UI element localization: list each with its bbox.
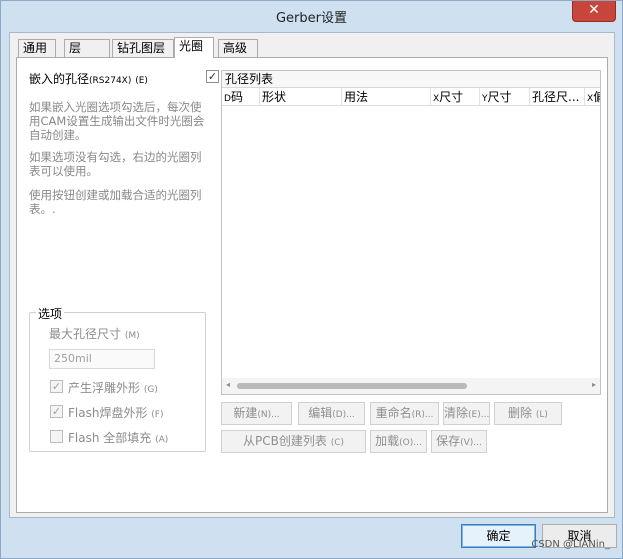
relief-checkbox[interactable]: ✓ bbox=[50, 380, 63, 393]
create-from-pcb-label: 从PCB创建列表 bbox=[243, 434, 327, 448]
embed-label-shortcut: (E) bbox=[135, 76, 148, 86]
new-button-label: 新建 bbox=[233, 406, 258, 420]
close-icon[interactable]: ✕ bbox=[572, 1, 616, 22]
flash-pad-label: Flash焊盘外形 (F) bbox=[68, 404, 163, 421]
flash-fill-text: Flash 全部填充 bbox=[68, 431, 152, 445]
erase-button-shortcut: (E)... bbox=[468, 410, 490, 420]
new-button-shortcut: (N)... bbox=[257, 410, 280, 420]
create-from-pcb-button[interactable]: 从PCB创建列表 (C) bbox=[221, 430, 366, 453]
tab-advanced[interactable]: 高级 bbox=[218, 39, 258, 57]
load-button-label: 加载 bbox=[375, 434, 400, 448]
embed-apertures-label[interactable]: 嵌入的孔径(RS274X) (E) bbox=[29, 70, 148, 87]
flash-pad-checkbox[interactable]: ✓ bbox=[50, 405, 63, 418]
column-usage[interactable]: 用法 bbox=[342, 88, 431, 106]
flash-pad-text: Flash焊盘外形 bbox=[68, 406, 148, 420]
relief-text: 产生浮雕外形 bbox=[68, 381, 141, 395]
save-button-label: 保存 bbox=[436, 434, 461, 448]
erase-button[interactable]: 清除(E)... bbox=[443, 402, 490, 425]
rename-button-shortcut: (R)... bbox=[411, 410, 434, 420]
gerber-settings-window: Gerber设置 ✕ 通用 层 钻孔图层 光圈 高级 嵌入的孔径(RS274X)… bbox=[0, 0, 623, 559]
flash-fill-label: Flash 全部填充 (A) bbox=[68, 429, 168, 446]
embed-label-rs274x: (RS274X) bbox=[89, 76, 132, 86]
window-title: Gerber设置 bbox=[275, 11, 347, 26]
column-y-size-label: 尺寸 bbox=[487, 90, 512, 104]
delete-button-shortcut: (L) bbox=[535, 410, 548, 420]
flash-fill-checkbox[interactable] bbox=[50, 430, 63, 443]
edit-button-label: 编辑 bbox=[308, 406, 333, 420]
rename-button[interactable]: 重命名(R)... bbox=[370, 402, 439, 425]
column-d-code-label: 码 bbox=[230, 90, 243, 104]
column-shape-label: 形状 bbox=[262, 90, 287, 104]
embed-apertures-checkbox[interactable]: ✓ bbox=[206, 70, 219, 83]
tab-apertures[interactable]: 光圈 bbox=[174, 37, 214, 58]
tab-layers[interactable]: 层 bbox=[64, 39, 110, 57]
column-shape[interactable]: 形状 bbox=[260, 88, 342, 106]
column-x-size[interactable]: X尺寸 bbox=[431, 88, 480, 106]
description-2: 如果选项没有勾选，右边的光圈列表可以使用。 bbox=[29, 150, 202, 178]
erase-button-label: 清除 bbox=[444, 406, 469, 420]
column-x-offset[interactable]: X偏 bbox=[585, 88, 600, 106]
description-1: 如果嵌入光圈选项勾选后，每次使用CAM设置生成输出文件时光圈会自动创建。 bbox=[29, 100, 205, 142]
create-from-pcb-shortcut: (C) bbox=[330, 438, 344, 448]
title-bar[interactable]: Gerber设置 ✕ bbox=[1, 1, 622, 31]
flash-pad-shortcut: (F) bbox=[151, 410, 164, 420]
column-d-code-prefix: D bbox=[224, 94, 231, 104]
rename-button-label: 重命名 bbox=[375, 406, 412, 420]
new-button[interactable]: 新建(N)... bbox=[221, 402, 292, 425]
column-d-code[interactable]: D码 bbox=[222, 88, 260, 106]
aperture-list-title: 孔径列表 bbox=[222, 71, 600, 88]
scroll-left-icon[interactable]: ◂ bbox=[226, 380, 230, 389]
apertures-page: 嵌入的孔径(RS274X) (E) ✓ 如果嵌入光圈选项勾选后，每次使用CAM设… bbox=[16, 57, 608, 513]
scroll-right-icon[interactable]: ▸ bbox=[592, 380, 596, 389]
max-aperture-shortcut: (M) bbox=[124, 331, 140, 341]
column-x-size-label: 尺寸 bbox=[439, 90, 464, 104]
tab-general[interactable]: 通用 bbox=[18, 39, 56, 57]
save-button[interactable]: 保存(V)... bbox=[431, 430, 487, 453]
save-button-shortcut: (V)... bbox=[460, 438, 482, 448]
delete-button[interactable]: 删除 (L) bbox=[494, 402, 562, 425]
tab-drill-layers[interactable]: 钻孔图层 bbox=[112, 39, 174, 57]
max-aperture-label: 最大孔径尺寸 (M) bbox=[49, 325, 140, 342]
max-aperture-input[interactable]: 250mil bbox=[49, 349, 155, 369]
column-hole-size-label: 孔径尺... bbox=[532, 90, 580, 104]
aperture-list-panel[interactable]: 孔径列表 D码 形状 用法 X尺寸 Y尺寸 孔径尺... X偏 ◂ ▸ bbox=[221, 70, 601, 395]
description-3: 使用按钮创建或加载合适的光圈列表。. bbox=[29, 188, 202, 216]
options-group: 选项 最大孔径尺寸 (M) 250mil ✓ 产生浮雕外形 (G) ✓ Flas… bbox=[29, 305, 206, 452]
column-usage-label: 用法 bbox=[344, 90, 369, 104]
column-hole-size[interactable]: 孔径尺... bbox=[530, 88, 585, 106]
relief-label: 产生浮雕外形 (G) bbox=[68, 379, 158, 396]
column-y-size[interactable]: Y尺寸 bbox=[480, 88, 530, 106]
horizontal-scrollbar[interactable]: ◂ ▸ bbox=[222, 378, 600, 394]
watermark: CSDN @LIANin_ bbox=[531, 539, 610, 550]
load-button-shortcut: (O)... bbox=[399, 438, 422, 448]
flash-fill-shortcut: (A) bbox=[155, 435, 169, 445]
scrollbar-thumb[interactable] bbox=[237, 383, 467, 389]
column-x-offset-label: 偏 bbox=[593, 90, 600, 104]
embed-label-text: 嵌入的孔径 bbox=[29, 72, 90, 86]
aperture-list-headers: D码 形状 用法 X尺寸 Y尺寸 孔径尺... X偏 bbox=[222, 88, 600, 106]
edit-button-shortcut: (D)... bbox=[332, 410, 355, 420]
relief-shortcut: (G) bbox=[143, 385, 158, 395]
max-aperture-text: 最大孔径尺寸 bbox=[49, 327, 122, 341]
edit-button[interactable]: 编辑(D)... bbox=[298, 402, 365, 425]
ok-button[interactable]: 确定 bbox=[461, 524, 536, 548]
delete-button-label: 删除 bbox=[508, 406, 533, 420]
load-button[interactable]: 加载(O)... bbox=[370, 430, 427, 453]
options-group-title: 选项 bbox=[36, 305, 65, 322]
dialog-client: 通用 层 钻孔图层 光圈 高级 嵌入的孔径(RS274X) (E) ✓ 如果嵌入… bbox=[9, 32, 615, 518]
